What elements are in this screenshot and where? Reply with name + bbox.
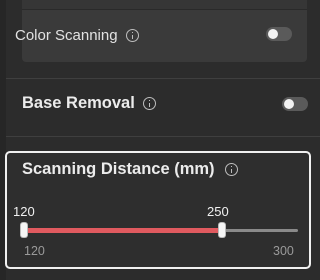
range-slider-fill <box>24 228 222 233</box>
info-icon[interactable] <box>224 163 238 176</box>
info-icon[interactable] <box>125 29 139 42</box>
range-min-label: 120 <box>24 244 45 258</box>
color-scanning-label: Color Scanning <box>15 27 118 44</box>
range-slider-high-handle[interactable] <box>218 223 225 237</box>
color-scanning-toggle[interactable] <box>266 27 292 41</box>
color-scanning-row: Color Scanning <box>15 27 139 44</box>
previous-card-edge <box>22 0 307 10</box>
info-icon[interactable] <box>142 97 156 110</box>
selected-low-value: 120 <box>13 204 35 219</box>
selected-high-value: 250 <box>207 204 229 219</box>
scanning-distance-header: Scanning Distance (mm) <box>22 160 238 179</box>
toggle-knob <box>268 29 278 39</box>
section-divider <box>6 78 320 79</box>
base-removal-row: Base Removal <box>22 94 156 113</box>
range-slider-low-handle[interactable] <box>21 223 27 237</box>
scanning-distance-label: Scanning Distance (mm) <box>22 160 215 178</box>
range-max-label: 300 <box>273 244 294 258</box>
settings-panel: Color Scanning Base Removal Scanning Dis… <box>0 0 320 280</box>
base-removal-label: Base Removal <box>22 94 135 112</box>
section-divider <box>6 136 320 137</box>
base-removal-toggle[interactable] <box>282 97 308 111</box>
toggle-knob <box>284 99 294 109</box>
